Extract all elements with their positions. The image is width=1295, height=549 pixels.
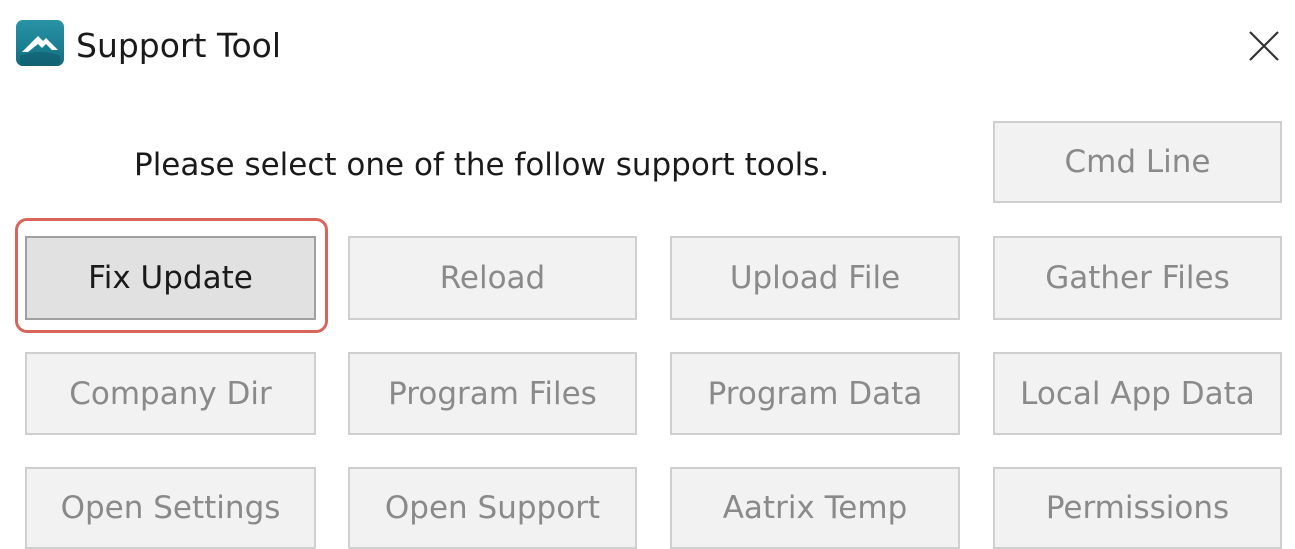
aatrix-temp-button[interactable]: Aatrix Temp bbox=[670, 467, 960, 549]
reload-button[interactable]: Reload bbox=[348, 236, 637, 320]
instructions-text: Please select one of the follow support … bbox=[134, 147, 830, 183]
program-data-button[interactable]: Program Data bbox=[670, 352, 960, 435]
window-title: Support Tool bbox=[76, 26, 282, 65]
open-settings-button[interactable]: Open Settings bbox=[25, 467, 316, 549]
program-files-button[interactable]: Program Files bbox=[348, 352, 637, 435]
support-tool-window: Support Tool Please select one of the fo… bbox=[0, 0, 1295, 549]
permissions-button[interactable]: Permissions bbox=[993, 467, 1282, 549]
company-dir-button[interactable]: Company Dir bbox=[25, 352, 316, 435]
aatrix-mountain-icon bbox=[16, 20, 64, 66]
local-app-data-button[interactable]: Local App Data bbox=[993, 352, 1282, 435]
cmd-line-button[interactable]: Cmd Line bbox=[993, 121, 1282, 203]
open-support-button[interactable]: Open Support bbox=[348, 467, 637, 549]
fix-update-button[interactable]: Fix Update bbox=[25, 236, 316, 320]
close-icon bbox=[1249, 31, 1279, 61]
upload-file-button[interactable]: Upload File bbox=[670, 236, 960, 320]
close-button[interactable] bbox=[1236, 18, 1292, 74]
gather-files-button[interactable]: Gather Files bbox=[993, 236, 1282, 320]
